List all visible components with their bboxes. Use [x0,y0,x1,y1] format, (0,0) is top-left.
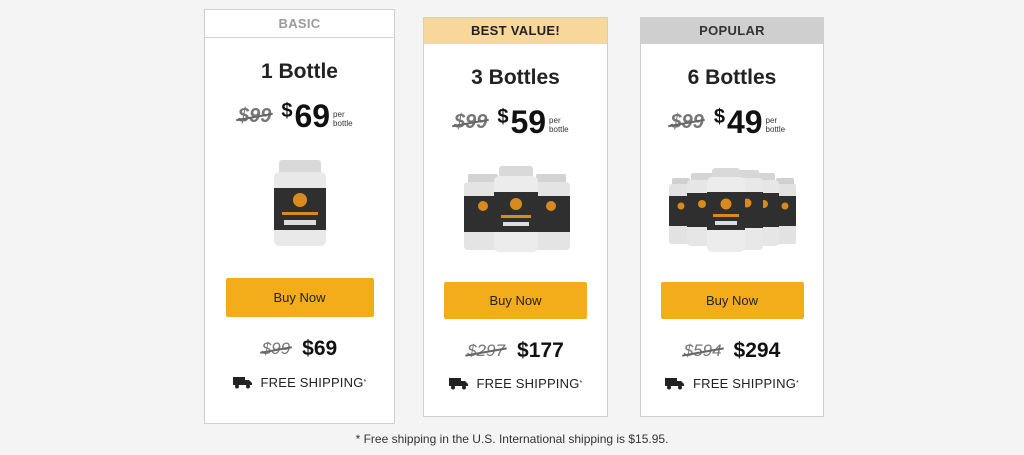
shipping-label: FREE SHIPPING [260,375,364,390]
old-price: $99 [453,110,488,133]
total-price-row: $297 $177 [424,339,607,363]
old-price: $99 [670,110,704,133]
total-old-price: $297 [467,341,506,360]
per-bottle-label: per bottle [333,110,361,128]
shipping-asterisk: * [796,380,799,387]
total-new-price: $294 [733,339,781,362]
product-image [641,164,823,252]
total-price-row: $594 $294 [641,339,823,363]
per-bottle-price: $ 49 [714,104,763,141]
buy-now-button[interactable]: Buy Now [660,282,804,319]
plan-ribbon: BASIC [205,10,394,38]
per-label-line2: bottle [333,119,353,128]
supplement-bottle-icon [463,166,570,252]
pricing-card-popular: POPULAR 6 Bottles $99 $ 49 per bottle Bu… [640,17,824,417]
per-label-line1: per [765,116,778,125]
per-label-line2: bottle [549,125,569,134]
per-label-line1: per [333,110,345,119]
per-bottle-label: per bottle [766,116,794,134]
currency-symbol: $ [281,99,293,122]
price-row: $99 $ 69 per bottle [205,96,394,136]
pricing-card-basic: BASIC 1 Bottle $99 $ 69 per bottle Buy N… [204,9,395,424]
shipping-label: FREE SHIPPING [476,376,580,391]
free-shipping: FREE SHIPPING * [424,376,607,391]
plan-title: 3 Bottles [471,66,560,89]
price-value: 49 [726,103,763,140]
per-label-line1: per [549,116,561,125]
price-value: 59 [510,103,547,140]
plan-title: 6 Bottles [687,66,777,89]
truck-icon [665,378,685,390]
product-image [424,164,607,252]
shipping-footnote: * Free shipping in the U.S. Internationa… [355,432,669,446]
per-label-line2: bottle [765,125,786,134]
free-shipping: FREE SHIPPING * [641,376,823,391]
plan-title: 1 Bottle [260,60,338,83]
price-row: $99 $ 59 per bottle [424,102,607,142]
plan-ribbon: POPULAR [641,18,823,44]
supplement-bottle-icon [669,168,796,252]
plan-ribbon: BEST VALUE! [424,18,607,44]
shipping-label: FREE SHIPPING [693,376,797,391]
total-new-price: $177 [517,339,564,362]
buy-now-button[interactable]: Buy Now [225,278,374,317]
per-bottle-price: $ 69 [281,98,330,135]
pricing-card-best-value: BEST VALUE! 3 Bottles $99 $ 59 per bottl… [423,17,608,417]
currency-symbol: $ [713,105,725,128]
total-new-price: $69 [302,337,338,360]
shipping-asterisk: * [579,380,583,387]
total-old-price: $594 [683,341,722,360]
total-old-price: $99 [261,339,291,358]
total-price-row: $99 $69 [205,337,394,361]
product-image [205,156,394,248]
currency-symbol: $ [497,105,509,128]
shipping-asterisk: * [363,379,367,386]
free-shipping: FREE SHIPPING * [205,375,394,390]
per-bottle-label: per bottle [549,116,577,134]
per-bottle-price: $ 59 [497,104,546,141]
old-price: $99 [237,104,272,127]
supplement-bottle-icon [273,160,326,246]
price-row: $99 $ 49 per bottle [641,102,823,142]
price-value: 69 [294,97,331,134]
buy-now-button[interactable]: Buy Now [444,282,587,319]
truck-icon [448,378,468,390]
truck-icon [232,377,252,389]
